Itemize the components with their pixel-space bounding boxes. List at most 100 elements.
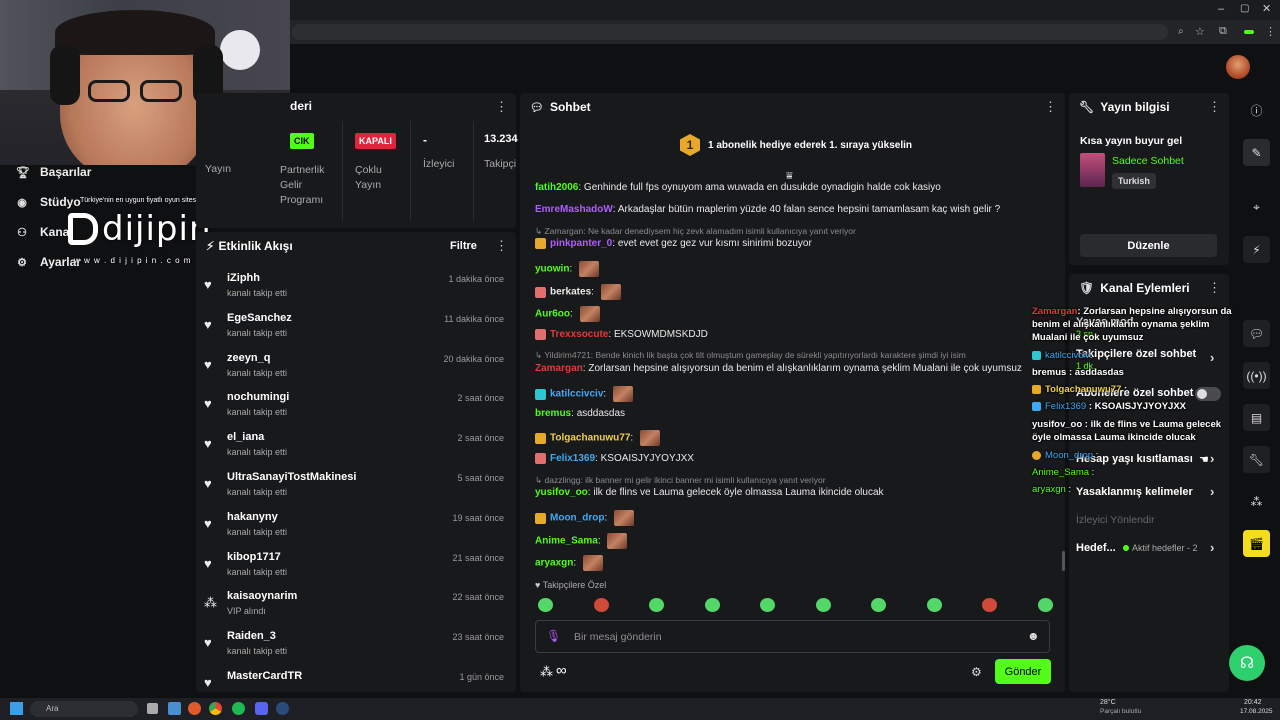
divider xyxy=(342,121,343,221)
chevron-right-icon[interactable]: › xyxy=(1210,540,1214,555)
minimize-icon[interactable]: – xyxy=(1218,3,1224,15)
close-icon[interactable]: ✕ xyxy=(1262,2,1271,15)
emote-icon[interactable] xyxy=(926,598,942,612)
wrench-icon[interactable]: 🔧︎ xyxy=(1243,446,1270,473)
edit-button[interactable]: Düzenle xyxy=(1080,234,1217,257)
viewer-redirect-label[interactable]: İzleyici Yönlendir xyxy=(1076,514,1155,526)
event-username[interactable]: iZiphh xyxy=(227,272,260,284)
address-bar[interactable] xyxy=(292,24,1168,40)
pencil-icon[interactable]: ✎ xyxy=(1243,139,1270,166)
obs-icon[interactable] xyxy=(188,702,201,715)
chrome-icon[interactable] xyxy=(209,702,222,715)
capture-icon[interactable]: ⌖ xyxy=(1243,194,1270,221)
microphone-icon[interactable]: 🎙︎ xyxy=(546,629,561,643)
lightning-icon[interactable]: ⚡︎ xyxy=(1243,236,1270,263)
event-username[interactable]: MasterCardTR xyxy=(227,670,302,682)
chat-username[interactable]: EmreMashadoW xyxy=(535,204,613,215)
spotify-icon[interactable] xyxy=(232,702,245,715)
clapperboard-icon[interactable]: 🎬︎ xyxy=(1243,530,1270,557)
stream-info-more-icon[interactable]: ⋮ xyxy=(1208,99,1221,115)
chevron-right-icon[interactable]: › xyxy=(1210,451,1214,466)
chat-scrollbar[interactable] xyxy=(1062,551,1065,571)
file-explorer-icon[interactable] xyxy=(168,702,181,715)
filter-button[interactable]: Filtre xyxy=(450,240,477,252)
event-username[interactable]: EgeSanchez xyxy=(227,312,292,324)
emote-icon[interactable] xyxy=(760,598,776,612)
emote-icon[interactable] xyxy=(871,598,887,612)
goals-label[interactable]: Hedef... xyxy=(1076,542,1116,554)
chat-username[interactable]: Anime_Sama xyxy=(535,536,598,547)
kick-points-icon[interactable]: ⁂ xyxy=(540,664,553,680)
overlay-message: aryaxgn : xyxy=(1032,484,1072,495)
clock-time: 20:42 xyxy=(1244,699,1262,706)
support-headset-icon[interactable]: ☊ xyxy=(1229,645,1265,681)
category-link[interactable]: Sadece Sohbet xyxy=(1112,155,1184,167)
followers-only-chat-label[interactable]: Takipçilere özel sohbet xyxy=(1076,348,1196,360)
chat-username[interactable]: fatih2006 xyxy=(535,182,578,193)
event-username[interactable]: el_iana xyxy=(227,431,264,443)
category-thumbnail[interactable] xyxy=(1080,153,1105,187)
chat-username[interactable]: Tolgachanuwu77 xyxy=(550,433,630,444)
emote-icon[interactable] xyxy=(649,598,665,612)
browser-menu-icon[interactable]: ⋮ xyxy=(1265,25,1276,38)
bookmark-star-icon[interactable]: ☆ xyxy=(1195,25,1205,38)
emote-icon[interactable] xyxy=(704,598,720,612)
chat-username[interactable]: Trexxsocute xyxy=(550,329,608,340)
chat-settings-icon[interactable]: ⚙ xyxy=(971,665,982,679)
event-username[interactable]: kibop1717 xyxy=(227,551,281,563)
send-button[interactable]: Gönder xyxy=(995,659,1051,684)
discord-icon[interactable] xyxy=(255,702,268,715)
event-username[interactable]: kaisaoynarim xyxy=(227,590,297,602)
chat-more-icon[interactable]: ⋮ xyxy=(1044,99,1057,115)
chat-username[interactable]: yusifov_oo xyxy=(535,487,588,498)
emote-icon[interactable] xyxy=(593,598,609,612)
extension-badge[interactable] xyxy=(1244,30,1254,34)
emote-icon[interactable] xyxy=(1037,598,1053,612)
broadcast-icon[interactable]: ((•)) xyxy=(1243,362,1270,389)
chat-username[interactable]: Aur6oo xyxy=(535,309,570,320)
chat-username[interactable]: pinkpanter_0 xyxy=(550,238,612,249)
event-username[interactable]: hakanyny xyxy=(227,511,278,523)
promo-text: 1 abonelik hediye ederek 1. sıraya yükse… xyxy=(708,139,912,151)
chat-username[interactable]: Felix1369 xyxy=(550,453,595,464)
chat-message: EmreMashadoW: Arkadaşlar bütün maplerim … xyxy=(535,204,1000,215)
zoom-icon[interactable]: ⌕ xyxy=(1178,26,1184,37)
channel-actions-more-icon[interactable]: ⋮ xyxy=(1208,280,1221,296)
chat-username[interactable]: yuowin xyxy=(535,264,569,275)
event-username[interactable]: UltraSanayiTostMakinesi xyxy=(227,471,356,483)
emote-icon[interactable] xyxy=(982,598,998,612)
activity-more-icon[interactable]: ⋮ xyxy=(495,238,508,254)
taskbar-search[interactable]: Ara xyxy=(30,701,138,717)
app-root: – ▢ ✕ ⌕ ☆ ⧉ ⋮ 🏆︎ Başarılar ◉ Stüdyo ⚇ Kanal… xyxy=(0,0,1280,720)
steam-icon[interactable] xyxy=(276,702,289,715)
windows-start-icon[interactable] xyxy=(10,702,23,715)
event-username[interactable]: zeeyn_q xyxy=(227,352,270,364)
maximize-icon[interactable]: ▢ xyxy=(1240,3,1249,14)
gift-sub-promo[interactable]: 1 1 abonelik hediye ederek 1. sıraya yük… xyxy=(680,134,912,156)
chat-username[interactable]: bremus xyxy=(535,408,571,419)
emoji-icon[interactable]: ☻ xyxy=(1027,629,1040,643)
emote-icon[interactable] xyxy=(815,598,831,612)
user-avatar[interactable] xyxy=(1226,55,1250,79)
event-username[interactable]: nochumingi xyxy=(227,391,289,403)
chat-message: pinkpanter_0: evet evet gez gez vur kısm… xyxy=(535,238,812,249)
chat-username[interactable]: Moon_drop xyxy=(550,513,604,524)
chat-input[interactable]: 🎙︎ Bir mesaj gönderin ☻ xyxy=(535,620,1050,653)
chat-username[interactable]: katilccivciv xyxy=(550,389,603,400)
chat-username[interactable]: aryaxgn xyxy=(535,558,573,569)
extensions-icon[interactable]: ⧉ xyxy=(1219,25,1227,38)
layout-icon[interactable]: ▤ xyxy=(1243,404,1270,431)
task-view-icon[interactable] xyxy=(147,703,158,714)
chat-username[interactable]: berkates xyxy=(550,287,591,298)
colon: : xyxy=(604,512,610,524)
chat-username[interactable]: Zamargan xyxy=(535,363,583,374)
subscribers-only-toggle[interactable] xyxy=(1195,387,1221,401)
event-username[interactable]: Raiden_3 xyxy=(227,630,276,642)
stats-more-icon[interactable]: ⋮ xyxy=(495,99,508,115)
chat-icon[interactable]: 💬︎ xyxy=(1243,320,1270,347)
emote-icon[interactable] xyxy=(538,598,553,612)
info-icon[interactable]: ⓘ xyxy=(1243,97,1270,124)
kick-points-icon[interactable]: ⁂ xyxy=(1243,488,1270,515)
chevron-right-icon[interactable]: › xyxy=(1210,350,1214,365)
chevron-right-icon[interactable]: › xyxy=(1210,484,1214,499)
